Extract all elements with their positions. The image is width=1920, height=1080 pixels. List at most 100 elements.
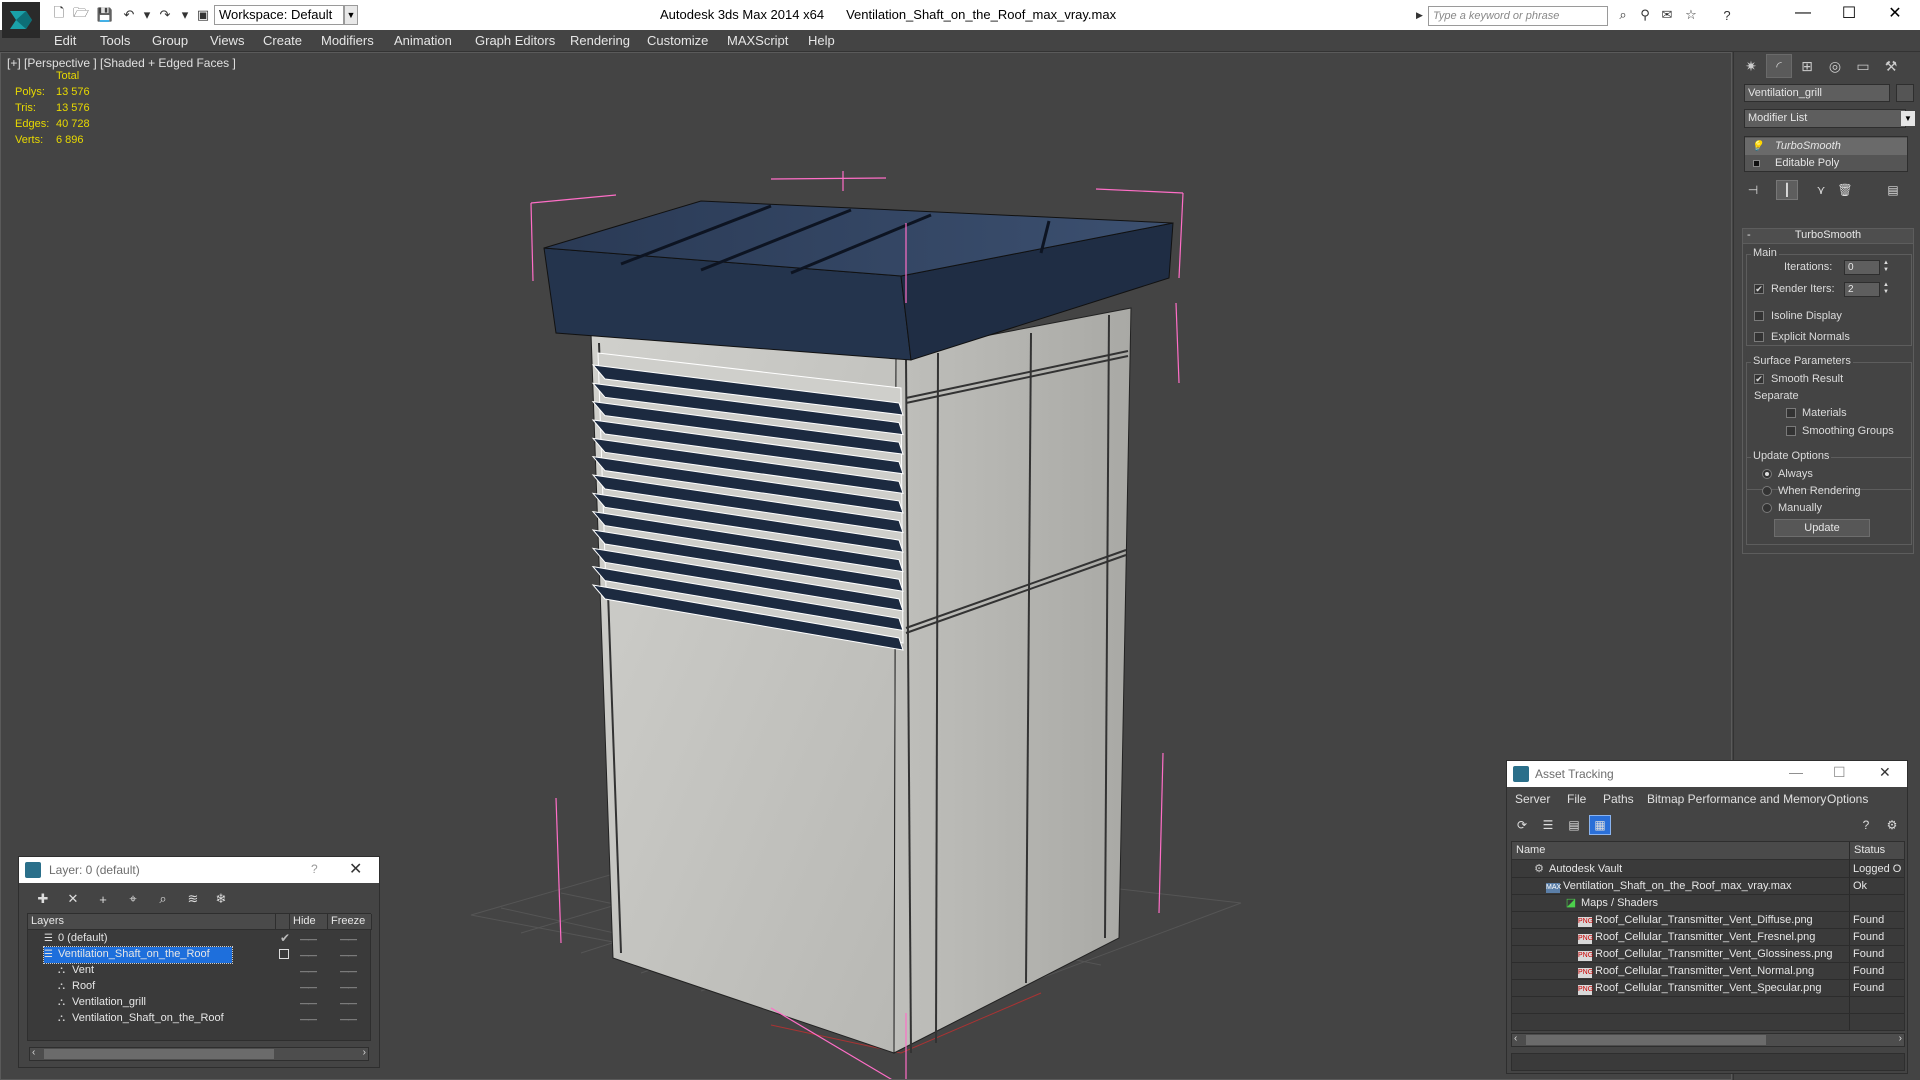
col-header-freeze[interactable]: Freeze: [328, 914, 372, 930]
col-header-name[interactable]: Name: [1512, 842, 1850, 860]
hide-all-icon[interactable]: ≋: [183, 889, 203, 909]
menu-customize[interactable]: Customize: [647, 33, 708, 48]
scroll-left-icon[interactable]: ‹: [1514, 1033, 1517, 1044]
layer-name[interactable]: ⛬ Ventilation_grill: [58, 995, 278, 1011]
scroll-right-icon[interactable]: ›: [1899, 1033, 1902, 1044]
maximize-window-icon[interactable]: ☐: [1826, 0, 1872, 26]
asset-row[interactable]: ◪ Maps / Shaders: [1512, 895, 1904, 912]
pin-stack-icon[interactable]: ⊣: [1742, 180, 1764, 200]
help-icon[interactable]: ?: [1718, 6, 1736, 24]
layer-row[interactable]: ⛬ Ventilation_Shaft_on_the_Roof —— ——: [28, 1011, 372, 1027]
lightbulb-icon[interactable]: 💡: [1751, 141, 1763, 152]
hide-toggle[interactable]: ——: [300, 1014, 317, 1024]
workspace-dropdown-arrow[interactable]: ▼: [344, 5, 358, 25]
menu-help[interactable]: Help: [808, 33, 835, 48]
minimize-window-icon[interactable]: —: [1780, 0, 1826, 26]
asset-menu-options[interactable]: Options: [1827, 792, 1868, 806]
scroll-thumb[interactable]: [1526, 1035, 1766, 1045]
add-to-layer-icon[interactable]: +: [93, 889, 113, 909]
refresh-icon[interactable]: ⟳: [1511, 815, 1533, 835]
close-icon[interactable]: ✕: [1879, 764, 1891, 781]
help-icon[interactable]: ?: [1855, 815, 1877, 835]
menu-views[interactable]: Views: [210, 33, 244, 48]
layer-name[interactable]: ⛬ Roof: [58, 979, 278, 995]
table-view-icon[interactable]: ▦: [1589, 815, 1611, 835]
set-current-layer-icon[interactable]: [279, 949, 289, 959]
layer-name[interactable]: ⛬ Ventilation_Shaft_on_the_Roof: [58, 1011, 278, 1027]
menu-animation[interactable]: Animation: [394, 33, 452, 48]
settings-icon[interactable]: ⚙: [1881, 815, 1903, 835]
asset-row[interactable]: ⚙ Autodesk Vault Logged O: [1512, 861, 1904, 878]
communication-icon[interactable]: ✉: [1658, 6, 1676, 24]
object-name-field[interactable]: Ventilation_grill: [1744, 84, 1890, 102]
configure-sets-icon[interactable]: ▤: [1882, 180, 1904, 200]
undo-icon[interactable]: ↶: [120, 6, 138, 24]
freeze-toggle[interactable]: ——: [340, 966, 357, 976]
freeze-toggle[interactable]: ——: [340, 950, 357, 960]
horizontal-scrollbar[interactable]: ‹ ›: [1511, 1033, 1905, 1047]
asset-menu-paths[interactable]: Paths: [1603, 792, 1634, 806]
subscription-icon[interactable]: ⚲: [1636, 6, 1654, 24]
close-window-icon[interactable]: ✕: [1872, 0, 1918, 26]
modifier-list-dropdown[interactable]: Modifier List ▼: [1744, 109, 1915, 128]
layer-name[interactable]: ☰ Ventilation_Shaft_on_the_Roof: [43, 946, 233, 964]
help-icon[interactable]: ?: [311, 862, 318, 876]
asset-menu-bitmap[interactable]: Bitmap Performance and Memory: [1647, 792, 1826, 806]
hide-toggle[interactable]: ——: [300, 934, 317, 944]
asset-row[interactable]: PNG Roof_Cellular_Transmitter_Vent_Normal…: [1512, 963, 1904, 980]
layer-row[interactable]: ☰ 0 (default) ✔ —— ——: [28, 931, 372, 947]
app-logo[interactable]: [2, 2, 40, 38]
make-unique-icon[interactable]: ⋎: [1810, 180, 1832, 200]
search-input[interactable]: Type a keyword or phrase: [1428, 6, 1608, 26]
redo-icon[interactable]: ↷: [156, 6, 174, 24]
redo-dropdown-icon[interactable]: ▾: [176, 6, 194, 24]
current-layer-check-icon[interactable]: ✔: [280, 931, 290, 945]
close-icon[interactable]: ✕: [349, 859, 362, 879]
horizontal-scrollbar[interactable]: ‹ ›: [29, 1047, 369, 1061]
col-header-hide[interactable]: Hide: [290, 914, 328, 930]
hide-toggle[interactable]: ——: [300, 998, 317, 1008]
layer-row[interactable]: ☰ Ventilation_Shaft_on_the_Roof —— ——: [28, 946, 372, 964]
minimize-icon[interactable]: —: [1789, 764, 1803, 780]
remove-modifier-icon[interactable]: 🗑: [1834, 180, 1856, 200]
col-header-status[interactable]: Status: [1850, 842, 1904, 860]
menu-modifiers[interactable]: Modifiers: [321, 33, 374, 48]
layer-row[interactable]: ⛬ Ventilation_grill —— ——: [28, 995, 372, 1011]
layer-name[interactable]: ☰ 0 (default): [44, 931, 264, 947]
menu-group[interactable]: Group: [152, 33, 188, 48]
menu-tools[interactable]: Tools: [100, 33, 130, 48]
scroll-thumb[interactable]: [44, 1049, 274, 1059]
asset-row[interactable]: PNG Roof_Cellular_Transmitter_Vent_Fresne…: [1512, 929, 1904, 946]
stack-item-editable-poly[interactable]: Editable Poly: [1745, 155, 1907, 172]
new-layer-icon[interactable]: ✚: [33, 889, 53, 909]
hide-toggle[interactable]: ——: [300, 982, 317, 992]
scroll-left-icon[interactable]: ‹: [32, 1047, 35, 1058]
project-folder-icon[interactable]: ▣: [194, 6, 212, 24]
menu-graph-editors[interactable]: Graph Editors: [475, 33, 555, 48]
list-view-icon[interactable]: ☰: [1537, 815, 1559, 835]
asset-menu-server[interactable]: Server: [1515, 792, 1550, 806]
search-expand-icon[interactable]: ▶: [1416, 10, 1423, 21]
stack-item-turbosmooth[interactable]: 💡 TurboSmooth: [1745, 138, 1907, 155]
menu-edit[interactable]: Edit: [54, 33, 76, 48]
show-end-result-icon[interactable]: ┃: [1776, 180, 1798, 200]
freeze-toggle[interactable]: ——: [340, 998, 357, 1008]
hide-toggle[interactable]: ——: [300, 950, 317, 960]
col-header-layers[interactable]: Layers: [28, 914, 276, 930]
utilities-tab-icon[interactable]: ⚒: [1878, 54, 1904, 78]
save-icon[interactable]: 💾: [96, 6, 114, 24]
highlight-layer-icon[interactable]: ⌕: [153, 889, 173, 909]
freeze-all-icon[interactable]: ❄: [211, 889, 231, 909]
col-header-current[interactable]: [276, 914, 290, 930]
menu-maxscript[interactable]: MAXScript: [727, 33, 788, 48]
hierarchy-tab-icon[interactable]: ⊞: [1794, 54, 1820, 78]
modify-tab-icon[interactable]: ◜: [1766, 54, 1792, 78]
layer-name[interactable]: ⛬ Vent: [58, 963, 278, 979]
new-file-icon[interactable]: 🗋: [50, 5, 68, 24]
favorites-star-icon[interactable]: ☆: [1682, 6, 1700, 24]
hide-toggle[interactable]: ——: [300, 966, 317, 976]
select-objects-icon[interactable]: ⌖: [123, 889, 143, 909]
display-tab-icon[interactable]: ▭: [1850, 54, 1876, 78]
menu-rendering[interactable]: Rendering: [570, 33, 630, 48]
delete-layer-icon[interactable]: ✕: [63, 889, 83, 909]
